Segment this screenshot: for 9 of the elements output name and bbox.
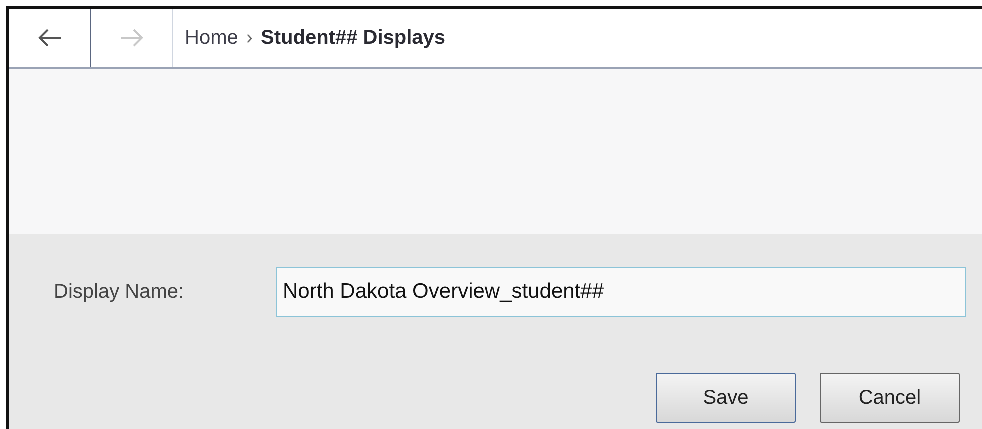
field-label: Display Name: <box>54 280 186 304</box>
save-button[interactable]: Save <box>656 373 796 423</box>
cancel-button[interactable]: Cancel <box>820 373 960 423</box>
back-arrow-icon <box>38 29 62 47</box>
breadcrumb-separator: › <box>246 26 254 50</box>
breadcrumb-link[interactable]: Home <box>185 26 238 50</box>
forward-arrow-icon <box>120 29 144 47</box>
breadcrumb-current: Student## Displays <box>261 26 446 50</box>
display-name-field[interactable]: North Dakota Overview_student## <box>276 267 966 317</box>
